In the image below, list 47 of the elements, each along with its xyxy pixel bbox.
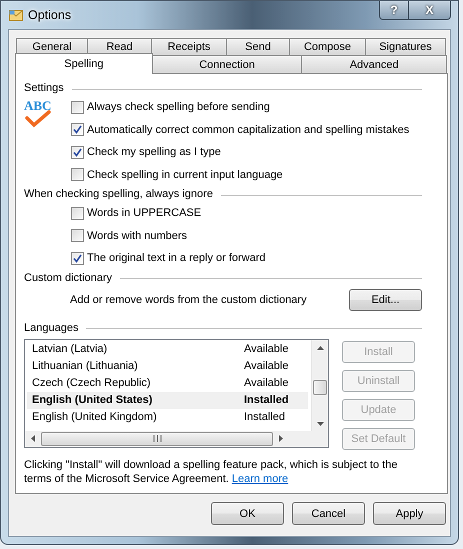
language-row[interactable]: English (United States) Installed — [27, 392, 308, 408]
checkbox[interactable] — [71, 146, 84, 159]
scroll-thumb[interactable] — [313, 380, 327, 394]
learn-more-link[interactable]: Learn more — [232, 472, 288, 484]
language-row[interactable]: Lithuanian (Lithuania) Available — [27, 358, 308, 374]
checkbox[interactable] — [71, 252, 84, 265]
dialog-button[interactable]: Cancel — [292, 502, 365, 525]
dialog-button[interactable]: Apply — [373, 502, 446, 525]
checkbox[interactable] — [71, 100, 84, 114]
checkbox-label: Check spelling in current input language — [87, 168, 283, 181]
dialog-button[interactable]: OK — [211, 502, 284, 525]
dictionary-description: Add or remove words from the custom dictionary — [70, 294, 307, 306]
grip-icon[interactable] — [152, 435, 162, 442]
tab[interactable]: Advanced — [301, 55, 447, 74]
scroll-right-icon[interactable] — [279, 435, 283, 442]
tab[interactable]: Receipts — [151, 38, 227, 55]
scroll-left-icon[interactable] — [31, 435, 35, 442]
checkbox[interactable] — [71, 229, 84, 242]
vertical-scrollbar[interactable] — [311, 340, 328, 432]
notice-text: Clicking "Install" will download a spelling feature pack, which is subject to the terms of the Microsoft Service Agreement. Learn more — [24, 458, 398, 486]
section-heading: Languages — [24, 322, 78, 334]
scroll-up-icon[interactable] — [316, 346, 324, 350]
checkbox-label: Automatically correct common capitalization and spelling mistakes — [87, 124, 410, 136]
checkbox[interactable] — [71, 123, 84, 136]
language-row[interactable]: Latvian (Latvia) Available — [27, 340, 308, 358]
language-row[interactable]: English (United Kingdom) Installed — [27, 408, 308, 426]
window-title: Options — [28, 8, 72, 22]
tab[interactable]: Connection — [152, 55, 302, 74]
checkbox[interactable] — [71, 168, 84, 182]
horizontal-scrollbar[interactable] — [25, 430, 328, 446]
section-heading: Custom dictionary — [24, 272, 112, 284]
edit-button[interactable]: Edit... — [349, 288, 422, 310]
tab[interactable]: Signatures — [365, 38, 446, 55]
checkbox-label: Words with numbers — [87, 230, 188, 242]
checkbox-label: Always check spelling before sending — [87, 101, 270, 114]
checkbox-label: Words in UPPERCASE — [87, 207, 202, 220]
language-row[interactable]: Czech (Czech Republic) Available — [27, 374, 308, 392]
checkbox-label: The original text in a reply or forward — [87, 252, 266, 264]
envelope-icon — [9, 9, 23, 21]
checkbox-label: Check my spelling as I type — [87, 146, 221, 158]
section-heading: Settings — [24, 82, 64, 94]
tab[interactable]: Send — [226, 38, 290, 55]
tab[interactable]: Spelling — [15, 53, 153, 74]
checkbox[interactable] — [71, 206, 84, 220]
scroll-down-icon[interactable] — [316, 422, 324, 426]
tab[interactable]: Compose — [289, 38, 366, 55]
section-heading: When checking spelling, always ignore — [24, 188, 213, 200]
